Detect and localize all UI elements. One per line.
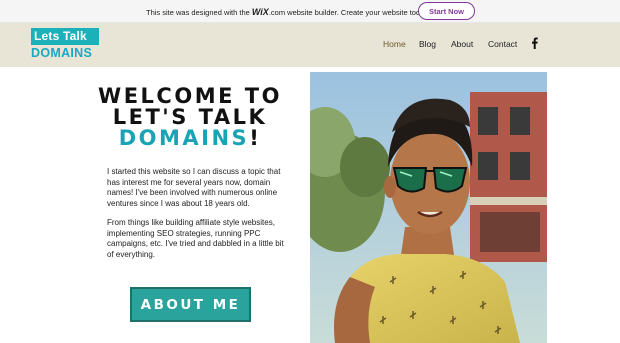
start-now-button[interactable]: Start Now (418, 2, 475, 20)
hero-domains-highlight: DOMAINS (118, 126, 250, 150)
banner-text-pre: This site was designed with the (146, 8, 252, 17)
portrait-illustration (310, 72, 547, 343)
nav-item-contact[interactable]: Contact (488, 39, 517, 49)
nav-item-home[interactable]: Home (383, 39, 406, 49)
intro-paragraph-1: I started this website so I can discuss … (107, 167, 281, 208)
hero-exclaim: ! (249, 126, 262, 150)
about-me-button[interactable]: ABOUT ME (130, 287, 251, 322)
hero-line1: WELCOME TO (98, 84, 282, 108)
site-header: Lets Talk DOMAINS Home Blog About Contac… (0, 23, 620, 67)
banner-text: This site was designed with the WiX.com … (146, 7, 430, 17)
wix-brand: WiX (251, 7, 269, 17)
hero-line2: LET'S TALK (112, 105, 268, 129)
hero-photo (310, 72, 547, 343)
logo-line1: Lets Talk (31, 28, 99, 45)
facebook-icon[interactable] (529, 37, 540, 49)
hero-line3: DOMAINS! (80, 128, 300, 149)
logo[interactable]: Lets Talk DOMAINS (31, 28, 101, 62)
nav-item-blog[interactable]: Blog (419, 39, 436, 49)
intro-text: I started this website so I can discuss … (107, 167, 287, 269)
banner-text-post: .com website builder. Create your websit… (268, 8, 430, 17)
logo-line2: DOMAINS (31, 46, 93, 60)
intro-paragraph-2: From things like building affiliate styl… (107, 218, 284, 259)
hero-heading: WELCOME TO LET'S TALK DOMAINS! (80, 86, 300, 149)
nav-item-about[interactable]: About (451, 39, 473, 49)
wix-banner: This site was designed with the WiX.com … (0, 0, 620, 23)
